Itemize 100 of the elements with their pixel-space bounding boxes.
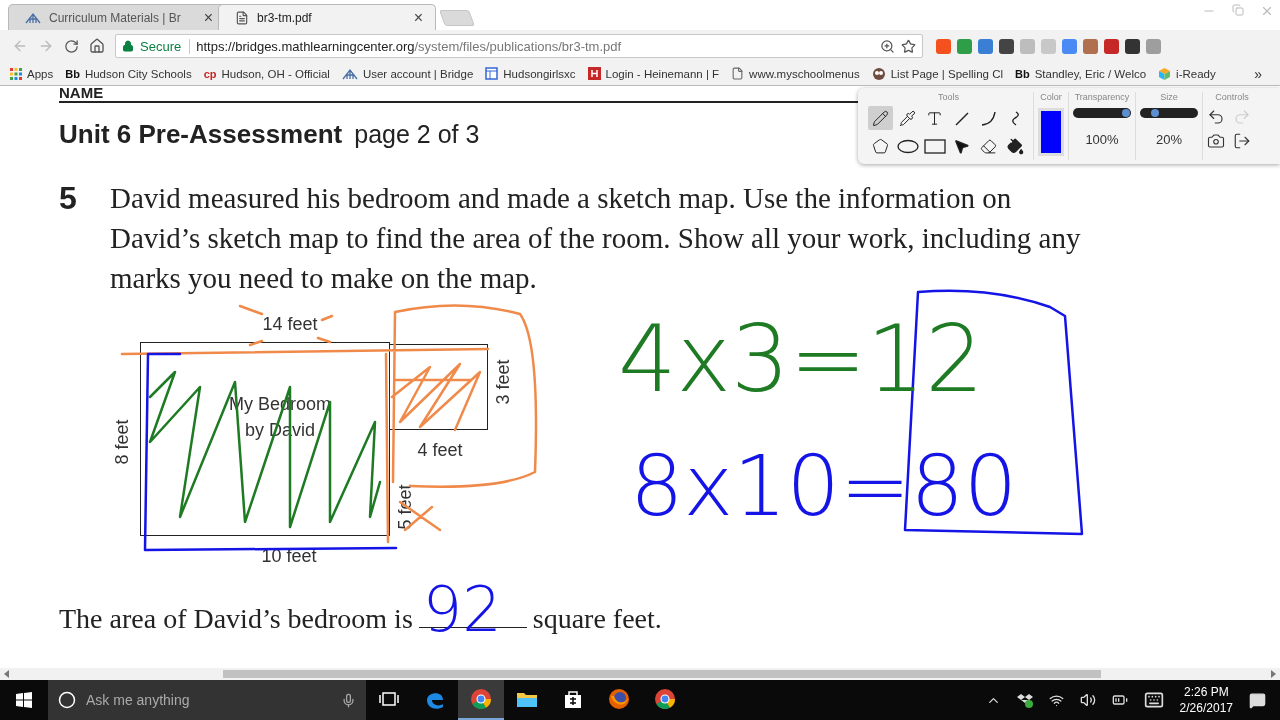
apps-grid-icon xyxy=(10,67,22,80)
cube-icon xyxy=(1158,66,1172,81)
security-label: Secure xyxy=(140,38,191,54)
bookmark-item[interactable]: Bb Hudson City Schools xyxy=(65,67,192,80)
page-title: Unit 6 Pre-Assessment xyxy=(59,119,343,149)
address-bar[interactable]: Secure https://bridges.mathlearningcenter.org/system/files/publications/br3-tm.pdf xyxy=(115,34,923,58)
owl-icon xyxy=(871,66,886,81)
home-button[interactable] xyxy=(89,38,105,54)
section-title: Size xyxy=(1160,92,1178,102)
bookmark-star-icon[interactable] xyxy=(901,38,916,54)
site-logo-icon xyxy=(587,67,601,80)
windows-logo-icon xyxy=(16,692,32,708)
chrome-browser-icon xyxy=(470,688,492,710)
task-view-icon xyxy=(379,692,399,706)
tool-button[interactable] xyxy=(868,106,893,130)
section-title: Tools xyxy=(938,92,959,102)
bookmark-label: Apps xyxy=(27,67,54,80)
zoom-icon[interactable] xyxy=(880,38,895,54)
text-tool-icon xyxy=(926,109,943,127)
url-text: https://bridges.mathlearningcenter.org/system/files/publications/br3-tm.pdf xyxy=(196,38,623,54)
extension-icon[interactable] xyxy=(999,38,1014,54)
reload-button[interactable] xyxy=(64,38,79,54)
cortana-icon xyxy=(58,691,76,709)
close-tab-button[interactable]: × xyxy=(413,8,423,27)
bookmark-item[interactable]: Hudsongirlsxc xyxy=(485,67,576,80)
taskbar-app[interactable] xyxy=(458,680,504,720)
bookmark-label: List Page | Spelling Cl xyxy=(890,67,1003,80)
dimension-label: 3 feet xyxy=(492,359,514,405)
date-text: 2/26/2017 xyxy=(1179,700,1233,716)
handwritten-answer: 92 xyxy=(422,579,502,641)
page-icon xyxy=(731,67,745,80)
answer-sentence: The area of David’s bedroom is xyxy=(59,602,413,636)
camera-icon[interactable] xyxy=(1207,132,1225,150)
wifi-icon[interactable] xyxy=(1048,692,1064,708)
undo-icon[interactable] xyxy=(1207,108,1225,126)
volume-icon[interactable] xyxy=(1079,692,1096,708)
shopping-bag-icon xyxy=(563,689,583,709)
section-title: Transparency xyxy=(1074,92,1130,102)
site-logo-icon: Bb xyxy=(65,67,80,80)
bookmark-label: Standley, Eric / Welco xyxy=(1034,67,1147,80)
bridge-icon xyxy=(25,11,41,24)
polygon-icon xyxy=(872,137,889,155)
bookmark-label: i-Ready xyxy=(1176,67,1216,80)
section-title: Color xyxy=(1040,92,1062,102)
bridge-icon xyxy=(341,67,358,80)
tab-title: br3-tm.pdf xyxy=(257,10,313,25)
close-tab-button[interactable]: × xyxy=(203,8,213,27)
dimension-label: 4 feet xyxy=(417,439,463,461)
paint-bucket-icon xyxy=(1007,137,1024,155)
extension-icon[interactable] xyxy=(1104,38,1119,54)
bookmark-item[interactable]: cp Hudson, OH - Official xyxy=(203,67,330,80)
bookmark-item[interactable]: Apps xyxy=(10,67,54,80)
site-logo-icon: cp xyxy=(203,67,217,80)
section-title: Controls xyxy=(1215,92,1249,102)
dimension-label: 8 feet xyxy=(111,419,133,465)
answer-unit: square feet. xyxy=(532,602,662,636)
dropbox-icon[interactable] xyxy=(1016,692,1033,708)
size-value: 20% xyxy=(1156,132,1182,147)
exit-icon[interactable] xyxy=(1233,132,1251,150)
name-label: NAME xyxy=(59,86,859,103)
eyedropper-icon xyxy=(899,109,916,127)
extension-icon[interactable] xyxy=(1125,38,1140,54)
question-number: 5 xyxy=(59,179,78,218)
folder-icon xyxy=(516,690,538,708)
dimension-label: 14 feet xyxy=(262,313,318,335)
keyboard-icon[interactable] xyxy=(1143,690,1164,710)
clock[interactable]: 2:26 PM 2/26/2017 xyxy=(1179,684,1233,716)
battery-icon[interactable] xyxy=(1111,692,1128,708)
ellipse-icon xyxy=(896,137,919,155)
bookmark-label: Hudsongirlsxc xyxy=(503,67,576,80)
time-text: 2:26 PM xyxy=(1183,684,1229,700)
slider-thumb[interactable] xyxy=(1122,109,1130,117)
pointer-icon xyxy=(953,137,970,155)
tab-title: Curriculum Materials | Br xyxy=(49,10,182,25)
color-swatch[interactable] xyxy=(1038,108,1064,156)
bookmark-label: Hudson City Schools xyxy=(84,67,192,80)
more-bookmarks-button[interactable]: » xyxy=(1254,65,1262,82)
curve-icon xyxy=(980,109,997,127)
microphone-icon[interactable] xyxy=(341,692,356,708)
search-field[interactable]: Ask me anything xyxy=(48,680,366,720)
bookmark-item[interactable]: List Page | Spelling Cl xyxy=(871,66,1003,81)
lock-icon xyxy=(122,40,134,52)
eraser-icon xyxy=(980,137,997,155)
site-logo-icon: Bb xyxy=(1015,67,1030,80)
transparency-value: 100% xyxy=(1085,132,1119,147)
rectangle-icon xyxy=(923,137,946,155)
page-subtitle: page 2 of 3 xyxy=(354,119,480,149)
pencil-icon xyxy=(872,109,889,127)
slider-thumb[interactable] xyxy=(1150,109,1159,117)
browser-tab[interactable]: br3-tm.pdf × xyxy=(218,4,436,30)
calendar-icon xyxy=(485,67,499,80)
bookmark-label: User account | Bridge xyxy=(362,67,474,80)
notification-icon[interactable] xyxy=(1249,691,1266,709)
scrollbar-thumb[interactable] xyxy=(223,670,1101,678)
bookmark-item[interactable]: User account | Bridge xyxy=(341,67,474,80)
bookmark-item[interactable]: i-Ready xyxy=(1158,66,1216,81)
chrome-browser-icon xyxy=(654,688,676,710)
question-text: David measured his bedroom and made a sketch map. Use the information on David’s sketch map to find the area of the room. Show all your work, including any marks you need to make on the map. xyxy=(110,181,1082,296)
page-icon xyxy=(235,10,249,25)
bookmark-item[interactable]: Bb Standley, Eric / Welco xyxy=(1015,67,1147,80)
